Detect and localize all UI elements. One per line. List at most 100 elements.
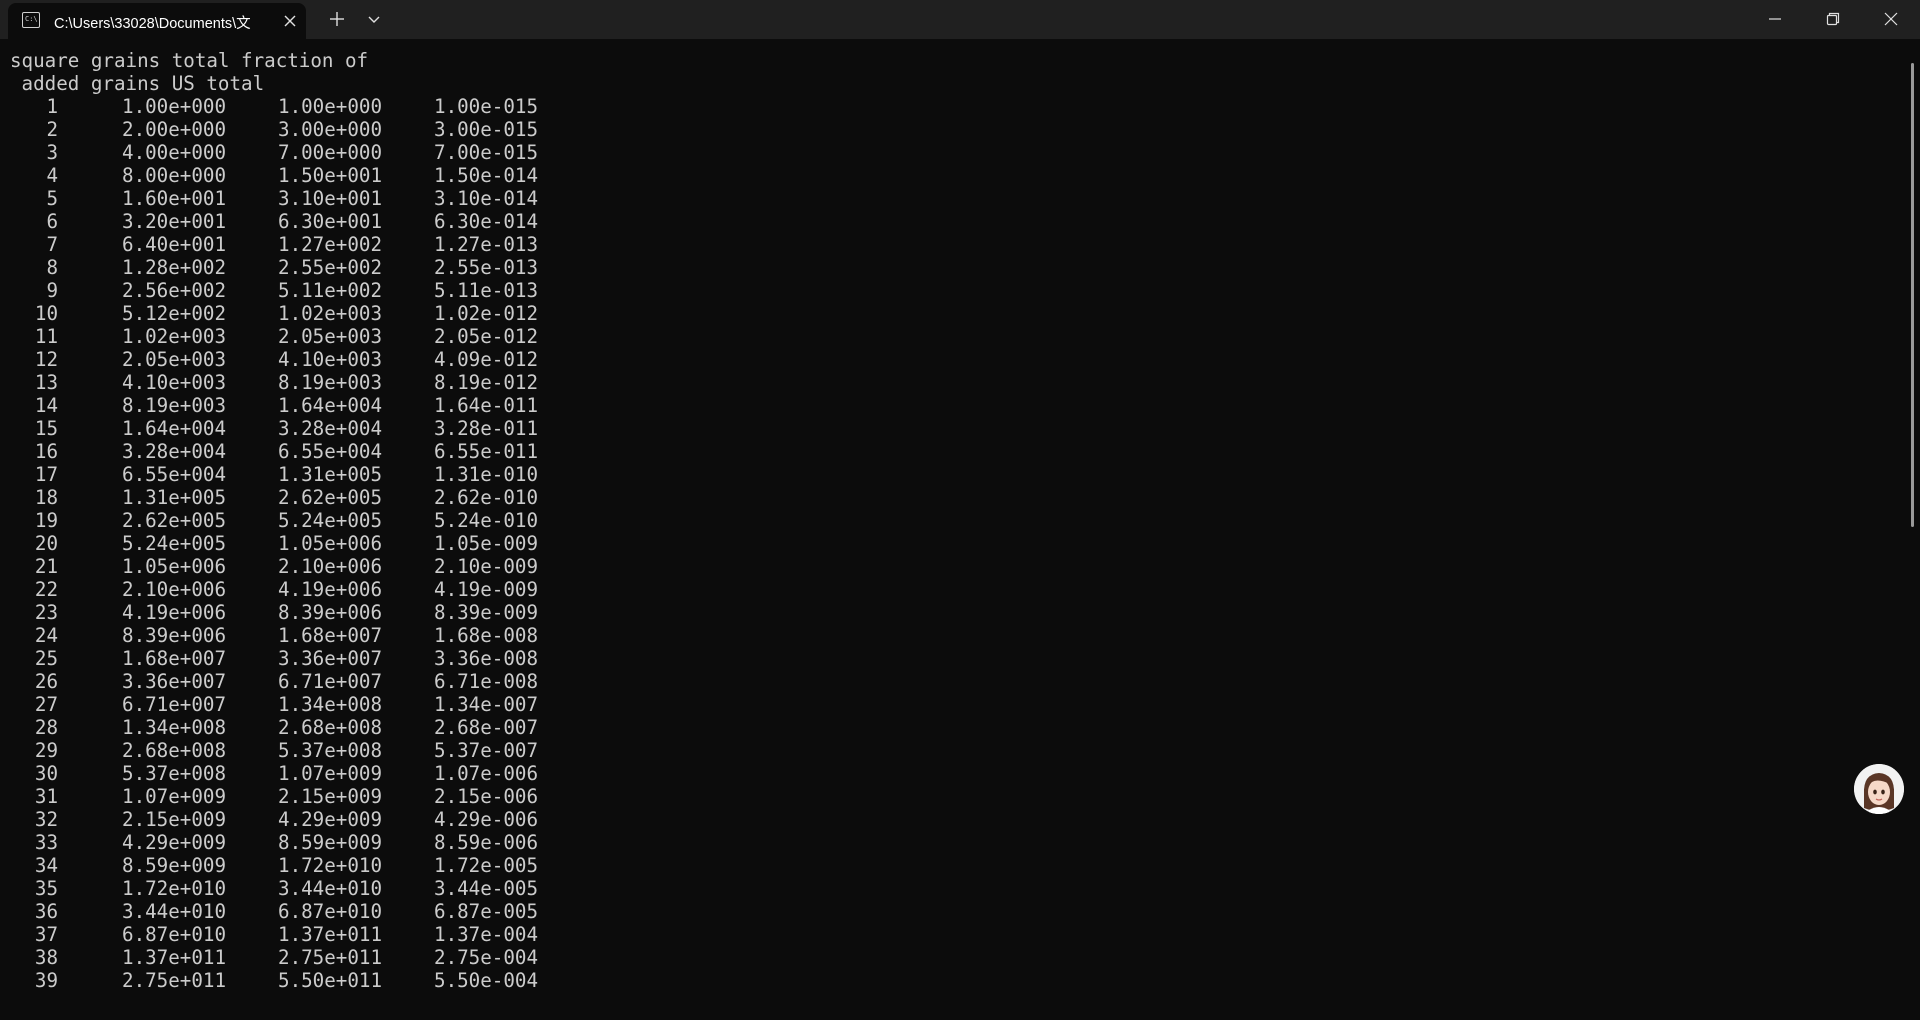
fraction-cell: 2.55e-013: [434, 256, 538, 279]
square-cell: 19: [34, 509, 58, 532]
square-cell: 24: [34, 624, 58, 647]
vertical-scrollbar[interactable]: [1908, 39, 1920, 1020]
fraction-cell: 6.55e-011: [434, 440, 538, 463]
table-row: 24 8.39e+006 1.68e+007 1.68e-008: [0, 624, 560, 647]
square-cell: 3: [46, 141, 58, 164]
tab-terminal[interactable]: C:\ C:\Users\33028\Documents\文: [8, 3, 306, 39]
square-cell: 23: [34, 601, 58, 624]
grains-total-cell: 3.44e+010: [278, 877, 382, 900]
square-cell: 31: [34, 785, 58, 808]
table-row: 12 2.05e+003 4.10e+003 4.09e-012: [0, 348, 560, 371]
fraction-cell: 1.27e-013: [434, 233, 538, 256]
table-row: 23 4.19e+006 8.39e+006 8.39e-009: [0, 601, 560, 624]
square-cell: 27: [34, 693, 58, 716]
fraction-cell: 3.10e-014: [434, 187, 538, 210]
grains-added-cell: 2.75e+011: [122, 969, 226, 992]
fraction-cell: 1.05e-009: [434, 532, 538, 555]
table-row: 31 1.07e+009 2.15e+009 2.15e-006: [0, 785, 560, 808]
assistant-avatar-button[interactable]: [1854, 764, 1904, 814]
table-row: 33 4.29e+009 8.59e+009 8.59e-006: [0, 831, 560, 854]
grains-added-cell: 4.00e+000: [122, 141, 226, 164]
table-row: 1 1.00e+000 1.00e+000 1.00e-015: [0, 95, 560, 118]
table-row: 26 3.36e+007 6.71e+007 6.71e-008: [0, 670, 560, 693]
grains-added-cell: 8.39e+006: [122, 624, 226, 647]
grains-added-cell: 5.12e+002: [122, 302, 226, 325]
square-cell: 28: [34, 716, 58, 739]
minimize-button[interactable]: [1746, 0, 1803, 38]
grains-added-cell: 6.40e+001: [122, 233, 226, 256]
fraction-cell: 2.62e-010: [434, 486, 538, 509]
restore-button[interactable]: [1804, 0, 1861, 38]
square-cell: 21: [34, 555, 58, 578]
grains-total-cell: 6.30e+001: [278, 210, 382, 233]
fraction-cell: 2.10e-009: [434, 555, 538, 578]
table-row: 13 4.10e+003 8.19e+003 8.19e-012: [0, 371, 560, 394]
title-bar[interactable]: C:\ C:\Users\33028\Documents\文: [0, 0, 1920, 39]
close-icon: [1884, 12, 1897, 26]
table-row: 4 8.00e+000 1.50e+001 1.50e-014: [0, 164, 560, 187]
restore-icon: [1826, 12, 1839, 26]
grains-added-cell: 6.71e+007: [122, 693, 226, 716]
close-tab-button[interactable]: [281, 12, 299, 30]
grains-total-cell: 5.37e+008: [278, 739, 382, 762]
grains-total-cell: 2.68e+008: [278, 716, 382, 739]
grains-total-cell: 6.87e+010: [278, 900, 382, 923]
fraction-cell: 6.30e-014: [434, 210, 538, 233]
new-tab-button[interactable]: [326, 8, 348, 30]
table-row: 20 5.24e+005 1.05e+006 1.05e-009: [0, 532, 560, 555]
scrollbar-thumb[interactable]: [1911, 63, 1914, 527]
table-row: 19 2.62e+005 5.24e+005 5.24e-010: [0, 509, 560, 532]
grains-added-cell: 2.05e+003: [122, 348, 226, 371]
grains-total-cell: 8.19e+003: [278, 371, 382, 394]
grains-total-cell: 1.34e+008: [278, 693, 382, 716]
square-cell: 37: [34, 923, 58, 946]
grains-added-cell: 1.72e+010: [122, 877, 226, 900]
square-cell: 34: [34, 854, 58, 877]
grains-added-cell: 2.68e+008: [122, 739, 226, 762]
square-cell: 2: [46, 118, 58, 141]
square-cell: 16: [34, 440, 58, 463]
grains-added-cell: 1.60e+001: [122, 187, 226, 210]
table-row: 5 1.60e+001 3.10e+001 3.10e-014: [0, 187, 560, 210]
grains-added-cell: 1.31e+005: [122, 486, 226, 509]
table-row: 2 2.00e+000 3.00e+000 3.00e-015: [0, 118, 560, 141]
grains-added-cell: 1.68e+007: [122, 647, 226, 670]
grains-total-cell: 6.71e+007: [278, 670, 382, 693]
table-row: 35 1.72e+010 3.44e+010 3.44e-005: [0, 877, 560, 900]
grains-total-cell: 6.55e+004: [278, 440, 382, 463]
square-cell: 25: [34, 647, 58, 670]
grains-total-cell: 5.50e+011: [278, 969, 382, 992]
tab-dropdown-button[interactable]: [364, 8, 384, 30]
square-cell: 9: [46, 279, 58, 302]
grains-total-cell: 1.68e+007: [278, 624, 382, 647]
fraction-cell: 3.00e-015: [434, 118, 538, 141]
tab-title: C:\Users\33028\Documents\文: [54, 16, 251, 32]
grains-total-cell: 1.50e+001: [278, 164, 382, 187]
fraction-cell: 7.00e-015: [434, 141, 538, 164]
table-row: 17 6.55e+004 1.31e+005 1.31e-010: [0, 463, 560, 486]
grains-total-cell: 1.27e+002: [278, 233, 382, 256]
grains-added-cell: 1.05e+006: [122, 555, 226, 578]
grains-added-cell: 1.00e+000: [122, 95, 226, 118]
grains-added-cell: 3.36e+007: [122, 670, 226, 693]
grains-added-cell: 2.00e+000: [122, 118, 226, 141]
table-row: 34 8.59e+009 1.72e+010 1.72e-005: [0, 854, 560, 877]
table-row: 15 1.64e+004 3.28e+004 3.28e-011: [0, 417, 560, 440]
grains-total-cell: 4.19e+006: [278, 578, 382, 601]
grains-total-cell: 1.64e+004: [278, 394, 382, 417]
table-row: 18 1.31e+005 2.62e+005 2.62e-010: [0, 486, 560, 509]
close-window-button[interactable]: [1862, 0, 1919, 38]
table-row: 37 6.87e+010 1.37e+011 1.37e-004: [0, 923, 560, 946]
table-header-line-2: added grains US total: [10, 72, 265, 95]
grains-added-cell: 2.62e+005: [122, 509, 226, 532]
close-icon: [284, 15, 296, 27]
fraction-cell: 8.19e-012: [434, 371, 538, 394]
terminal-output[interactable]: square grains total fraction of added gr…: [0, 39, 1908, 1020]
fraction-cell: 1.02e-012: [434, 302, 538, 325]
fraction-cell: 3.36e-008: [434, 647, 538, 670]
grains-added-cell: 8.59e+009: [122, 854, 226, 877]
grains-added-cell: 2.15e+009: [122, 808, 226, 831]
assistant-avatar-icon: [1854, 764, 1904, 814]
grains-total-cell: 1.37e+011: [278, 923, 382, 946]
fraction-cell: 2.75e-004: [434, 946, 538, 969]
